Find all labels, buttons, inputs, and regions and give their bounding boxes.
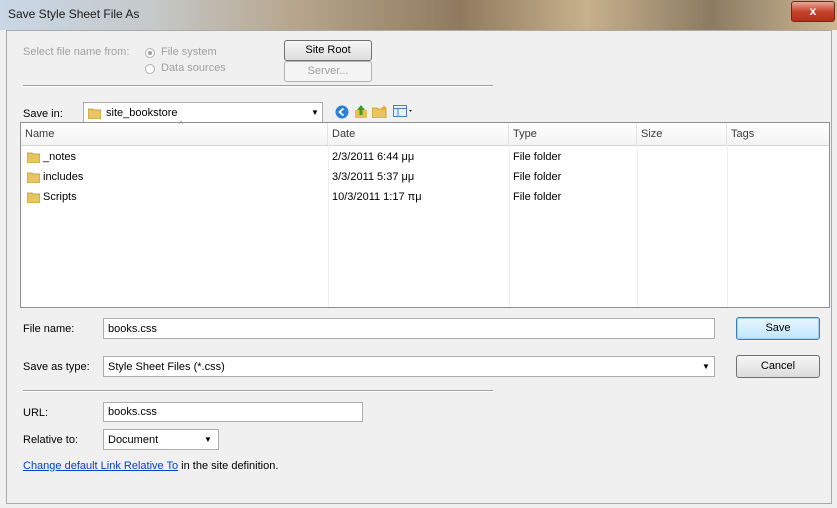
column-header-row: Name Date Type Size Tags ˄ (21, 120, 829, 146)
folder-icon (27, 192, 40, 203)
close-button[interactable]: x (791, 1, 835, 22)
folder-icon (27, 172, 40, 183)
column-tags[interactable]: Tags (727, 123, 829, 145)
footer-note: Change default Link Relative To in the s… (23, 460, 278, 472)
row-name: includes (43, 171, 84, 183)
column-date[interactable]: Date (328, 123, 509, 145)
save-in-folder: site_bookstore (106, 107, 178, 119)
separator (23, 390, 493, 392)
file-name-field[interactable] (103, 318, 715, 339)
up-folder-icon[interactable] (354, 104, 368, 119)
file-system-radio[interactable] (145, 48, 155, 58)
save-button[interactable]: Save (736, 317, 820, 340)
row-name: _notes (43, 151, 77, 163)
save-in-label: Save in: (23, 108, 63, 120)
file-name-label: File name: (23, 323, 75, 335)
folder-icon (88, 108, 101, 119)
change-link-relative-link[interactable]: Change default Link Relative To (23, 460, 178, 472)
data-sources-label: Data sources (161, 62, 226, 74)
table-row[interactable]: _notes 2/3/2011 6:44 μμ File folder (21, 149, 829, 165)
source-label: Select file name from: (23, 46, 130, 58)
row-date: 2/3/2011 6:44 μμ (332, 151, 415, 163)
column-name[interactable]: Name (21, 123, 328, 145)
sort-indicator-icon: ˄ (179, 120, 184, 127)
row-date: 10/3/2011 1:17 πμ (332, 191, 422, 203)
save-as-type-value: Style Sheet Files (*.css) (108, 361, 225, 373)
window-title: Save Style Sheet File As (8, 7, 140, 21)
relative-to-dropdown[interactable]: Document ▼ (103, 429, 219, 450)
save-as-type-dropdown[interactable]: Style Sheet Files (*.css) ▼ (103, 356, 715, 377)
relative-to-label: Relative to: (23, 434, 79, 446)
separator (23, 85, 493, 87)
url-label: URL: (23, 407, 49, 419)
file-list[interactable]: Name Date Type Size Tags ˄ _notes 2/3/20… (20, 120, 830, 308)
chevron-down-icon: ▼ (311, 108, 319, 117)
file-system-label: File system (161, 46, 217, 58)
server-button[interactable]: Server... (284, 61, 372, 82)
chevron-down-icon: ▼ (204, 435, 212, 444)
row-type: File folder (513, 171, 562, 183)
save-in-dropdown[interactable]: site_bookstore ▼ (83, 102, 323, 124)
footer-suffix: in the site definition. (178, 460, 279, 472)
folder-icon (27, 152, 40, 163)
view-menu-icon[interactable] (393, 105, 415, 118)
relative-to-value: Document (108, 434, 159, 446)
table-row[interactable]: Scripts 10/3/2011 1:17 πμ File folder (21, 189, 829, 205)
row-type: File folder (513, 151, 562, 163)
new-folder-icon[interactable] (372, 105, 388, 118)
row-type: File folder (513, 191, 562, 203)
dialog-body: Select file name from: File system Data … (6, 30, 832, 504)
data-sources-radio[interactable] (145, 64, 155, 74)
save-as-type-label: Save as type: (23, 361, 90, 373)
back-icon[interactable] (335, 105, 349, 119)
site-root-button[interactable]: Site Root (284, 40, 372, 61)
column-type[interactable]: Type (509, 123, 637, 145)
cancel-button[interactable]: Cancel (736, 355, 820, 378)
row-name: Scripts (43, 191, 77, 203)
url-field[interactable] (103, 402, 363, 422)
table-row[interactable]: includes 3/3/2011 5:37 μμ File folder (21, 169, 829, 185)
column-size[interactable]: Size (637, 123, 727, 145)
row-date: 3/3/2011 5:37 μμ (332, 171, 415, 183)
chevron-down-icon: ▼ (702, 362, 710, 371)
